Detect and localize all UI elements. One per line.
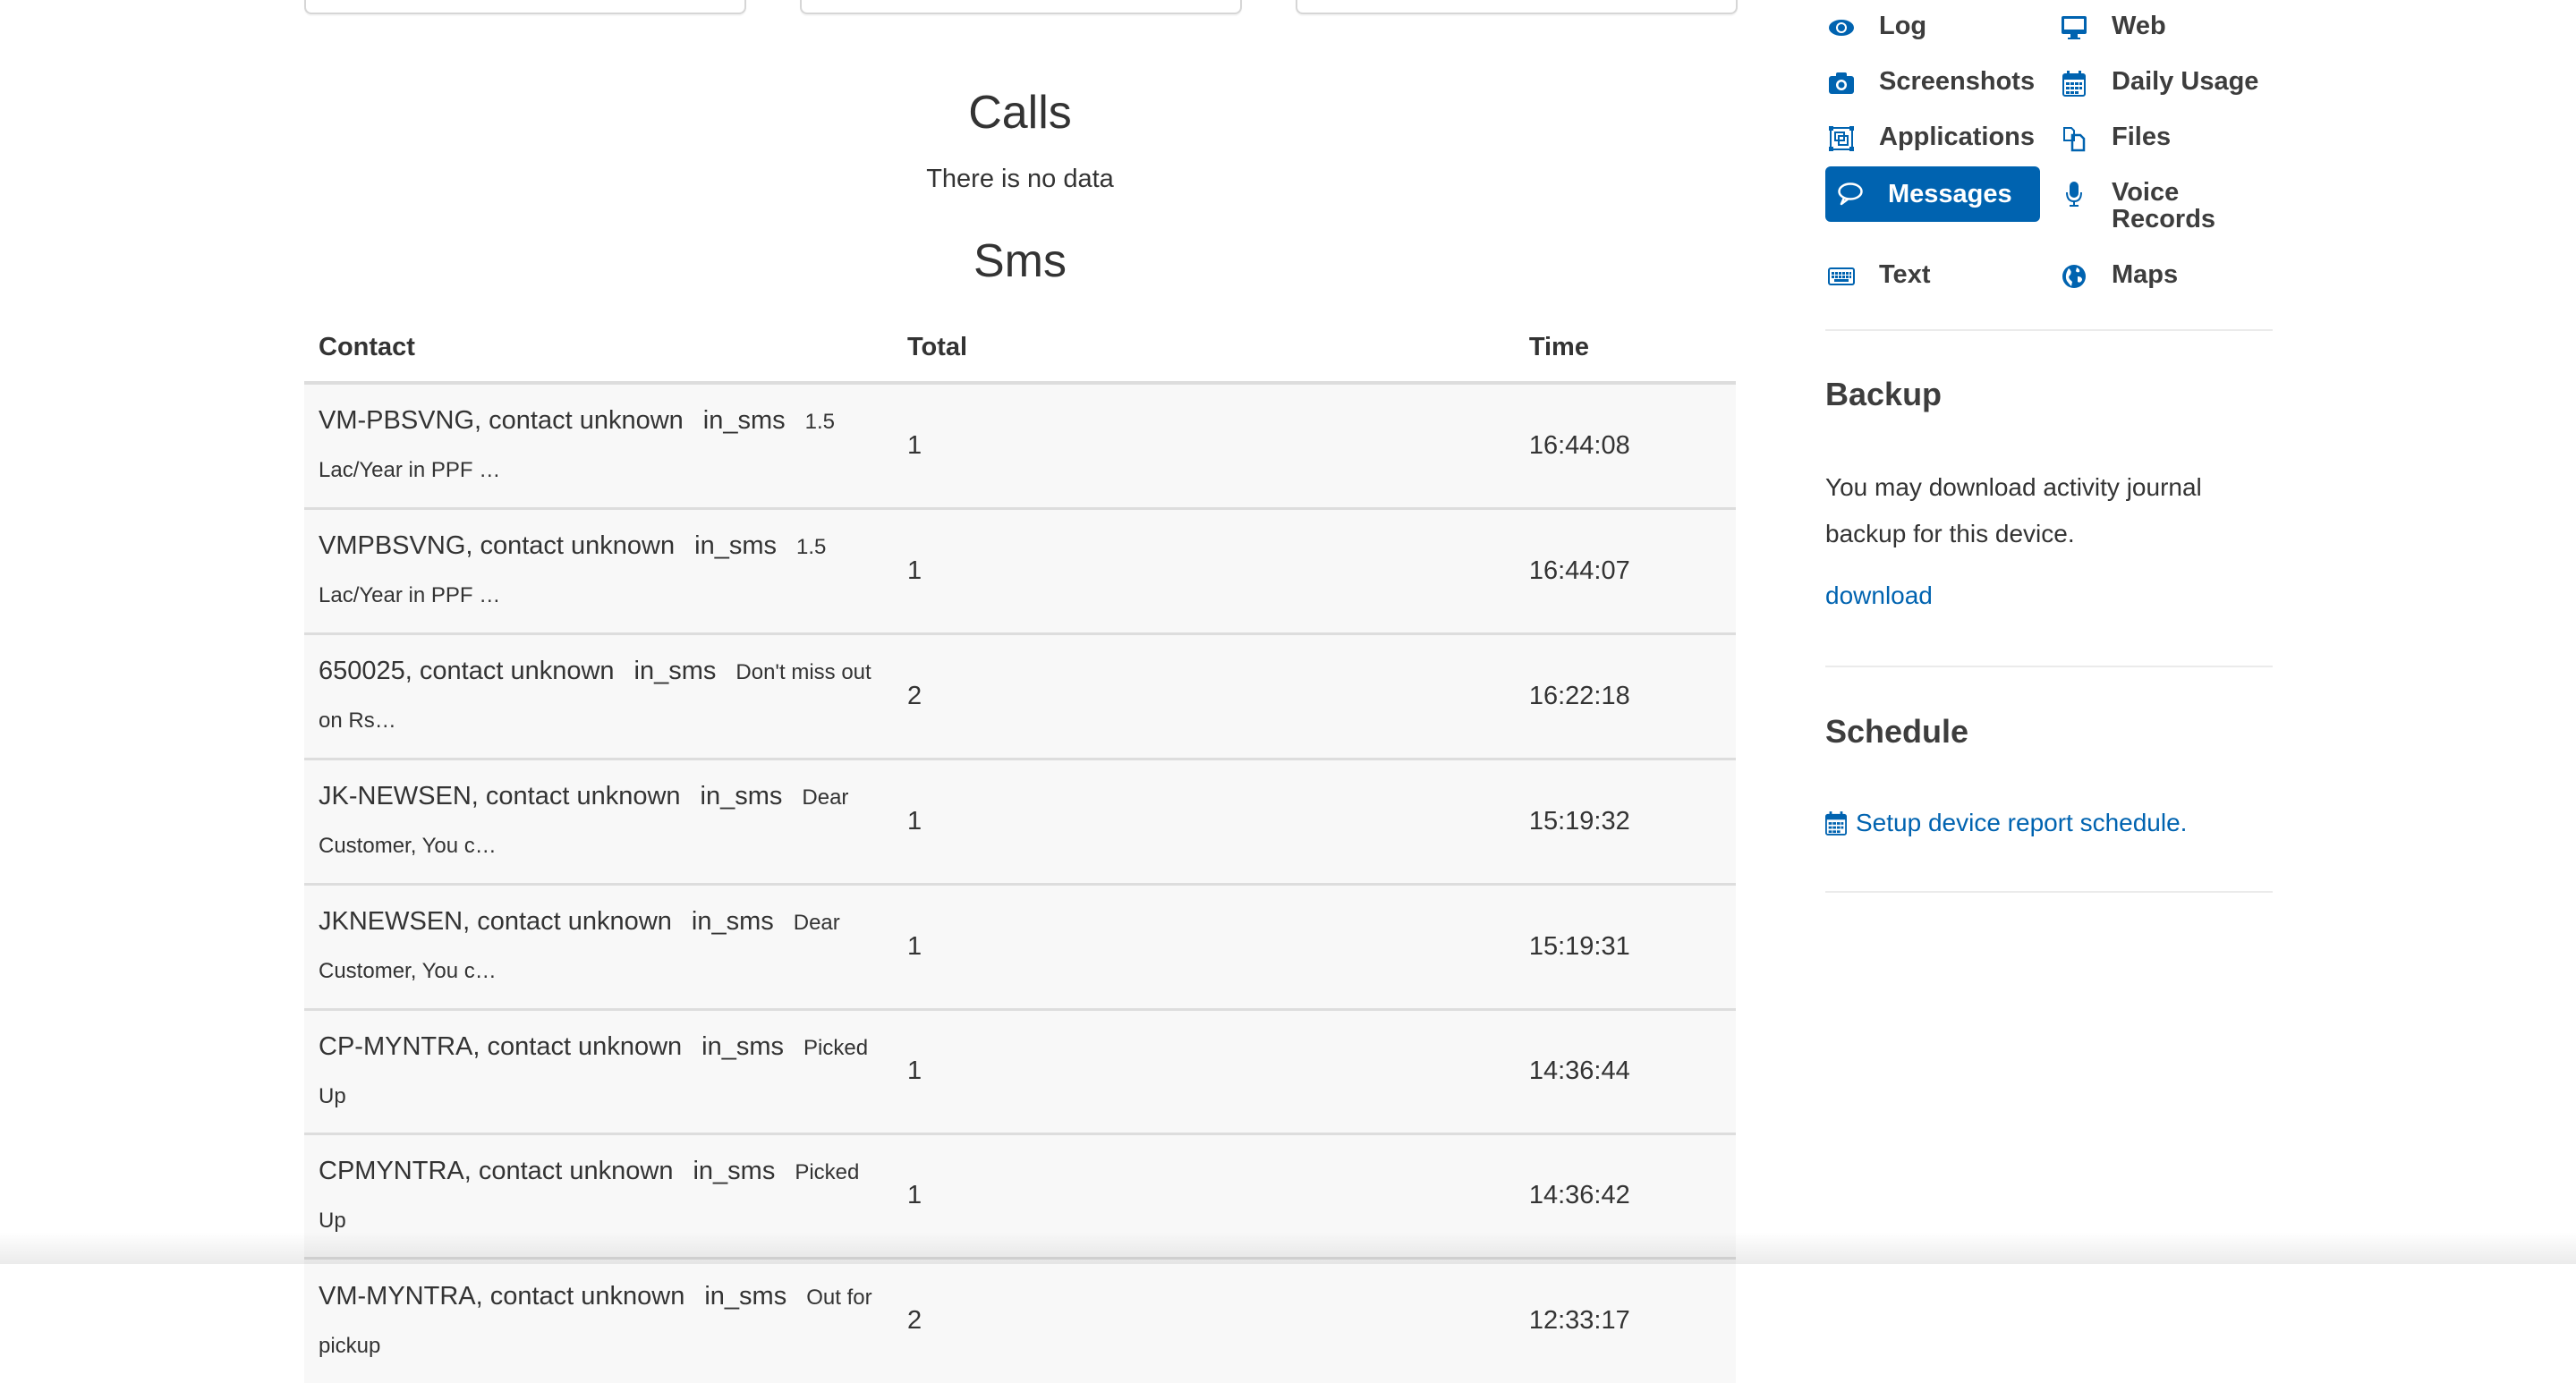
column-header-contact[interactable]: Contact bbox=[304, 313, 893, 385]
total-cell: 1 bbox=[893, 757, 1515, 884]
table-row[interactable]: VM-PBSVNG, contact unknown in_sms 1.5 Lac/… bbox=[304, 383, 1736, 508]
eye-icon bbox=[1825, 13, 1858, 43]
calendar-icon bbox=[2058, 68, 2090, 98]
message-type: in_sms bbox=[633, 657, 717, 685]
divider bbox=[1825, 329, 2273, 331]
contact-name: JK-NEWSEN, contact unknown bbox=[319, 782, 681, 810]
summary-card-2 bbox=[800, 0, 1242, 14]
contact-cell: VMPBSVNG, contact unknown in_sms 1.5 Lac/Y… bbox=[304, 506, 893, 633]
nav-item-text[interactable]: Text bbox=[1825, 261, 1930, 292]
backup-description: You may download activity journal backup… bbox=[1825, 473, 2202, 547]
divider bbox=[1825, 666, 2273, 667]
contact-name: JKNEWSEN, contact unknown bbox=[319, 907, 672, 936]
nav-item-log[interactable]: Log bbox=[1825, 13, 1926, 43]
setup-schedule-label: Setup device report schedule. bbox=[1856, 809, 2188, 836]
total-cell: 1 bbox=[893, 1007, 1515, 1133]
contact-name: CPMYNTRA, contact unknown bbox=[319, 1156, 674, 1185]
table-row[interactable]: VM-MYNTRA, contact unknown in_sms Out for … bbox=[304, 1256, 1736, 1383]
total-cell: 2 bbox=[893, 1256, 1515, 1383]
table-row[interactable]: 650025, contact unknown in_sms Don't miss … bbox=[304, 632, 1736, 759]
nav-item-label: Voice Records bbox=[2112, 178, 2216, 233]
contact-name: VMPBSVNG, contact unknown bbox=[319, 531, 676, 560]
column-header-total[interactable]: Total bbox=[893, 313, 1515, 385]
camera-icon bbox=[1825, 68, 1858, 98]
total-cell: 1 bbox=[893, 383, 1515, 508]
divider bbox=[1825, 891, 2273, 893]
message-type: in_sms bbox=[701, 1031, 785, 1061]
schedule-title: Schedule bbox=[1825, 713, 1969, 750]
backup-title: Backup bbox=[1825, 376, 1943, 412]
time-cell: 16:44:08 bbox=[1514, 383, 1736, 508]
message-type: in_sms bbox=[693, 1156, 776, 1185]
nav-item-label: Log bbox=[1879, 12, 1927, 40]
keyboard-icon bbox=[1825, 261, 1858, 292]
contact-name: 650025, contact unknown bbox=[319, 657, 615, 685]
contact-cell: CPMYNTRA, contact unknown in_sms Picked Up bbox=[304, 1132, 893, 1258]
table-row[interactable]: VMPBSVNG, contact unknown in_sms 1.5 Lac/Y… bbox=[304, 506, 1736, 633]
message-type: in_sms bbox=[694, 531, 777, 560]
applications-icon bbox=[1825, 123, 1858, 154]
time-cell: 16:44:07 bbox=[1514, 506, 1736, 633]
column-header-time[interactable]: Time bbox=[1514, 313, 1736, 385]
total-cell: 1 bbox=[893, 882, 1515, 1009]
nav-item-label: Applications bbox=[1879, 123, 2036, 151]
setup-schedule-link[interactable]: Setup device report schedule. bbox=[1825, 809, 2187, 837]
nav-item-label: Maps bbox=[2112, 260, 2179, 289]
message-type: in_sms bbox=[700, 782, 783, 810]
table-row[interactable]: JK-NEWSEN, contact unknown in_sms Dear Cus… bbox=[304, 757, 1736, 884]
download-link[interactable]: download bbox=[1825, 581, 1933, 610]
contact-name: VM-MYNTRA, contact unknown bbox=[319, 1281, 685, 1311]
nav-item-label: Text bbox=[1879, 260, 1931, 289]
nav-item-label: Screenshots bbox=[1879, 67, 2036, 96]
nav-item-label: Web bbox=[2112, 12, 2166, 40]
time-cell: 14:36:44 bbox=[1514, 1007, 1736, 1133]
sms-table: Contact Total Time VM-PBSVNG, contact un… bbox=[304, 313, 1736, 1383]
time-cell: 15:19:32 bbox=[1514, 757, 1736, 884]
nav-item-label: Daily Usage bbox=[2112, 67, 2259, 96]
files-icon bbox=[2058, 123, 2090, 154]
microphone-icon bbox=[2058, 179, 2090, 209]
contact-cell: VM-PBSVNG, contact unknown in_sms 1.5 Lac/… bbox=[304, 383, 893, 508]
time-cell: 14:36:42 bbox=[1514, 1132, 1736, 1258]
total-cell: 2 bbox=[893, 632, 1515, 759]
nav-item-screenshots[interactable]: Screenshots bbox=[1825, 68, 2035, 98]
contact-cell: 650025, contact unknown in_sms Don't miss … bbox=[304, 632, 893, 759]
message-type: in_sms bbox=[704, 1281, 787, 1311]
summary-card-1 bbox=[304, 0, 746, 14]
nav-item-daily-usage[interactable]: Daily Usage bbox=[2058, 68, 2258, 98]
speech-bubble-icon bbox=[1834, 179, 1866, 209]
contact-name: CP-MYNTRA, contact unknown bbox=[319, 1031, 683, 1061]
nav-item-files[interactable]: Files bbox=[2058, 123, 2171, 154]
message-type: in_sms bbox=[691, 907, 774, 936]
calendar-icon bbox=[1825, 810, 1847, 836]
time-cell: 15:19:31 bbox=[1514, 882, 1736, 1009]
sms-title: Sms bbox=[973, 235, 1067, 287]
nav-item-voice-records[interactable]: Voice Records bbox=[2058, 179, 2228, 233]
table-row[interactable]: JKNEWSEN, contact unknown in_sms Dear Cust… bbox=[304, 882, 1736, 1009]
contact-cell: JKNEWSEN, contact unknown in_sms Dear Cust… bbox=[304, 882, 893, 1009]
calls-empty-message: There is no data bbox=[926, 165, 1114, 193]
total-cell: 1 bbox=[893, 1132, 1515, 1258]
nav-item-label: Files bbox=[2112, 123, 2172, 151]
sms-table-header: Contact Total Time bbox=[304, 313, 1736, 385]
nav-item-maps[interactable]: Maps bbox=[2058, 261, 2178, 292]
table-row[interactable]: CPMYNTRA, contact unknown in_sms Picked Up… bbox=[304, 1132, 1736, 1258]
nav-item-web[interactable]: Web bbox=[2058, 13, 2166, 43]
nav-item-applications[interactable]: Applications bbox=[1825, 123, 2035, 154]
time-cell: 16:22:18 bbox=[1514, 632, 1736, 759]
calls-title: Calls bbox=[968, 87, 1072, 139]
contact-cell: CP-MYNTRA, contact unknown in_sms Picked U… bbox=[304, 1007, 893, 1133]
summary-card-3 bbox=[1296, 0, 1738, 14]
nav-item-label: Messages bbox=[1888, 180, 2012, 208]
total-cell: 1 bbox=[893, 506, 1515, 633]
contact-cell: JK-NEWSEN, contact unknown in_sms Dear Cus… bbox=[304, 757, 893, 884]
contact-name: VM-PBSVNG, contact unknown bbox=[319, 406, 684, 436]
nav-item-messages[interactable]: Messages bbox=[1825, 166, 2040, 222]
globe-icon bbox=[2058, 261, 2090, 292]
contact-cell: VM-MYNTRA, contact unknown in_sms Out for … bbox=[304, 1256, 893, 1383]
table-row[interactable]: CP-MYNTRA, contact unknown in_sms Picked U… bbox=[304, 1007, 1736, 1133]
message-type: in_sms bbox=[702, 406, 786, 436]
time-cell: 12:33:17 bbox=[1514, 1256, 1736, 1383]
monitor-icon bbox=[2058, 13, 2090, 43]
